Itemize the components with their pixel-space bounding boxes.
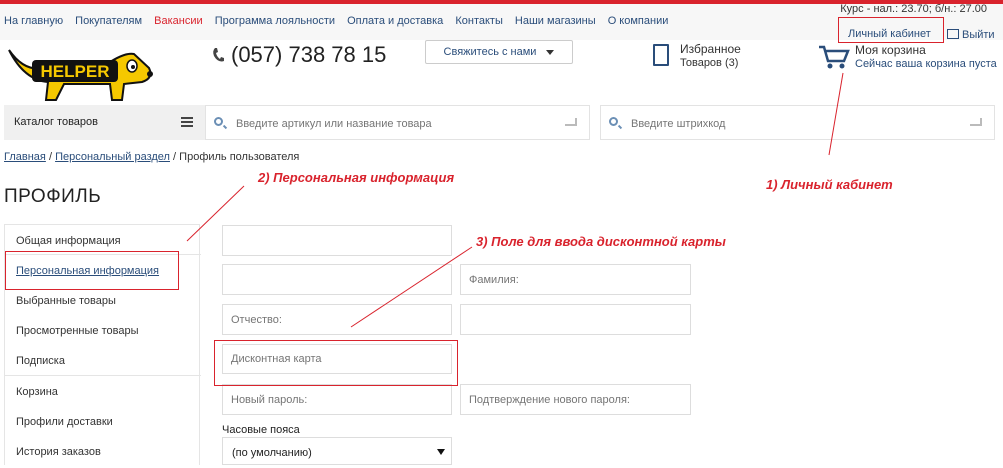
highlight-box-cabinet [838,17,944,43]
breadcrumb-sep: / [48,151,52,163]
search-icon [214,117,223,126]
annotation-personal-info: 2) Персональная информация [258,170,455,185]
nav-stores[interactable]: Наши магазины [515,15,596,27]
favorites-title[interactable]: Избранное [680,42,741,56]
nav-buyers[interactable]: Покупателям [75,15,142,27]
product-search [205,105,590,141]
breadcrumb: Главная / Персональный раздел / Профиль … [4,151,299,163]
menu-icon [181,117,193,127]
surname-field[interactable] [460,264,691,295]
favorites-count[interactable]: Товаров (3) [680,57,738,69]
nav-about[interactable]: О компании [608,15,669,27]
breadcrumb-current: Профиль пользователя [179,151,300,163]
menu-cart[interactable]: Корзина [16,386,58,398]
enter-icon[interactable] [565,118,577,126]
menu-subscription[interactable]: Подписка [16,355,65,367]
phone-text: (057) 738 78 15 [231,42,387,67]
highlight-box-discount [214,340,458,386]
chevron-down-icon [546,49,555,55]
cart-status[interactable]: Сейчас ваша корзина пуста [855,58,997,70]
enter-icon[interactable] [970,118,982,126]
page-title: ПРОФИЛЬ [4,186,102,207]
logo-text: HELPER [41,62,110,81]
breadcrumb-sep: / [173,151,177,163]
menu-general-info[interactable]: Общая информация [16,235,121,247]
confirm-password-field[interactable] [460,384,691,415]
dropdown-arrow-icon [437,449,445,455]
catalog-label: Каталог товаров [14,116,98,128]
logout-label: Выйти [962,29,995,41]
logout-icon [947,29,959,39]
top-nav: На главную Покупателям Вакансии Программ… [4,15,677,27]
search-icon [609,117,618,126]
nav-vacancies[interactable]: Вакансии [154,15,203,27]
menu-order-history[interactable]: История заказов [16,446,101,458]
helper-logo[interactable]: HELPER [4,44,176,102]
breadcrumb-home[interactable]: Главная [4,151,46,163]
nav-home[interactable]: На главную [4,15,63,27]
contact-us-label: Свяжитесь с нами [443,46,537,58]
product-search-input[interactable] [234,106,558,141]
breadcrumb-section[interactable]: Персональный раздел [55,151,170,163]
nav-loyalty[interactable]: Программа лояльности [215,15,335,27]
catalog-button[interactable]: Каталог товаров [4,105,205,140]
annotation-discount: 3) Поле для ввода дисконтной карты [476,234,726,249]
profile-field-5[interactable] [460,304,691,335]
menu-delivery-profiles[interactable]: Профили доставки [16,416,113,428]
cart-title[interactable]: Моя корзина [855,43,926,57]
name-field[interactable] [222,264,452,295]
menu-viewed-products[interactable]: Просмотренные товары [16,325,138,337]
favorites-icon[interactable] [653,44,669,66]
menu-selected-products[interactable]: Выбранные товары [16,295,116,307]
nav-contacts[interactable]: Контакты [455,15,503,27]
contact-us-button[interactable]: Свяжитесь с нами [425,40,573,64]
barcode-search-input[interactable] [629,106,953,141]
phone-number: (057) 738 78 15 [212,42,386,68]
patronymic-field[interactable] [222,304,452,335]
timezone-label: Часовые пояса [222,424,300,436]
timezone-value: (по умолчанию) [232,447,312,459]
phone-icon [213,48,224,62]
currency-rate: Курс - нал.: 23.70; б/н.: 27.00 [840,3,987,15]
profile-field-1[interactable] [222,225,452,256]
nav-delivery[interactable]: Оплата и доставка [347,15,443,27]
cart-icon[interactable] [818,44,850,70]
annotation-cabinet: 1) Личный кабинет [766,177,893,192]
menu-divider [5,375,201,376]
timezone-select[interactable]: (по умолчанию) [222,437,452,465]
barcode-search [600,105,995,141]
highlight-box-personal-info [5,251,179,290]
logout-link[interactable]: Выйти [947,28,995,41]
new-password-field[interactable] [222,384,452,415]
